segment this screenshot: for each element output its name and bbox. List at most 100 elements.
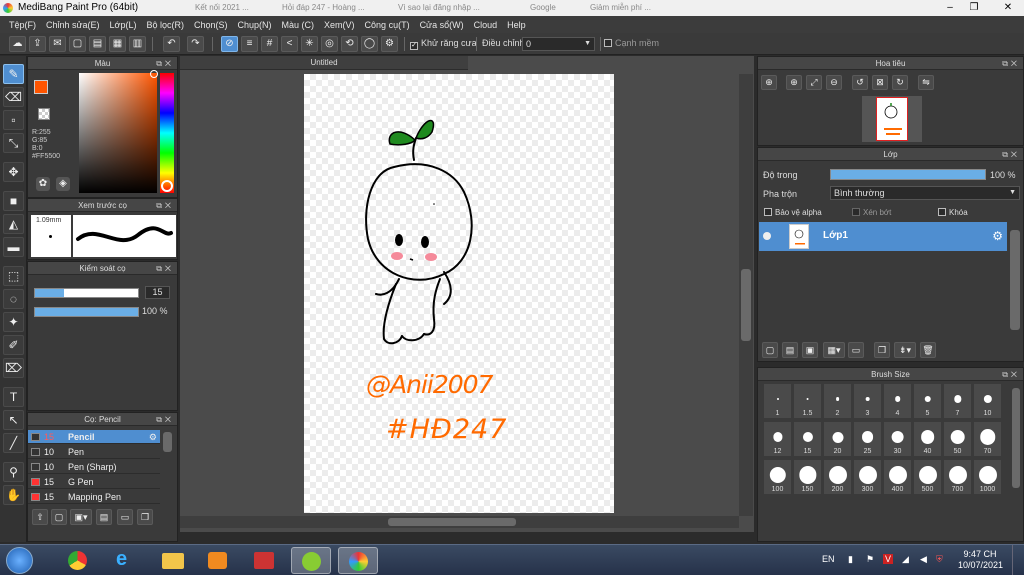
settings-list-icon[interactable]: ▥ — [129, 36, 146, 52]
save-icon[interactable]: ▤ — [89, 36, 106, 52]
brush-size-option[interactable]: 5 — [913, 383, 942, 419]
layer-scrollbar[interactable] — [1008, 222, 1022, 340]
start-button[interactable] — [6, 547, 33, 574]
share-icon[interactable]: ⇪ — [29, 36, 46, 52]
rotate-reset-icon[interactable]: ⊠ — [872, 75, 888, 90]
brush-size-option[interactable]: 500 — [913, 459, 942, 495]
brush-size-option[interactable]: 1 — [763, 383, 792, 419]
zoom-in-alt-icon[interactable]: ⊕ — [786, 75, 802, 90]
new-file-icon[interactable]: ▢ — [69, 36, 86, 52]
brush-item-pencil[interactable]: 15 Pencil ⚙ — [28, 430, 160, 444]
document-tab[interactable]: Untitled — [180, 56, 468, 70]
taskbar-media[interactable] — [198, 547, 238, 574]
brush-folder-icon[interactable]: ▭ — [117, 509, 133, 525]
layer-folder-icon[interactable]: ▭ — [848, 342, 864, 358]
taskbar-paint-app[interactable] — [291, 547, 331, 574]
language-indicator[interactable]: EN — [822, 554, 835, 564]
brush-item-pen[interactable]: 10 Pen — [28, 445, 160, 459]
brush-size-option[interactable]: 300 — [853, 459, 882, 495]
gradient-tool-icon[interactable]: ▬ — [3, 237, 24, 257]
hue-slider[interactable] — [160, 73, 174, 193]
snap-off-icon[interactable]: ⊘ — [221, 36, 238, 52]
bucket-tool-icon[interactable]: ◭ — [3, 214, 24, 234]
panel-float-close-icon[interactable]: ⧉✕ — [156, 413, 174, 426]
select-rect-tool-icon[interactable]: ⬚ — [3, 266, 24, 286]
layer-scroll-thumb[interactable] — [1010, 230, 1020, 330]
brush-size-option[interactable]: 25 — [853, 421, 882, 457]
canvas-horizontal-scrollbar[interactable] — [180, 516, 739, 528]
taskbar-app[interactable] — [244, 547, 284, 574]
menu-file[interactable]: Tệp(F) — [4, 20, 41, 30]
brush-size-option[interactable]: 700 — [943, 459, 972, 495]
zoom-out-icon[interactable]: ⊖ — [826, 75, 842, 90]
new-8bit-layer-icon[interactable]: ▣ — [802, 342, 818, 358]
comment-icon[interactable]: ✉ — [49, 36, 66, 52]
clipping-checkbox[interactable] — [852, 208, 860, 216]
duplicate-layer-icon[interactable]: ❐ — [874, 342, 890, 358]
brush-list-scroll-thumb[interactable] — [163, 432, 172, 452]
vanishing-point-icon[interactable]: < — [281, 36, 298, 52]
eyedropper-tool-icon[interactable]: ⚲ — [3, 462, 24, 482]
flip-horizontal-icon[interactable]: ⇋ — [918, 75, 934, 90]
brush-size-option[interactable]: 200 — [823, 459, 852, 495]
lasso-tool-icon[interactable]: ◌ — [3, 289, 24, 309]
brush-size-option[interactable]: 100 — [763, 459, 792, 495]
menu-select[interactable]: Chọn(S) — [189, 20, 233, 30]
rotate-left-icon[interactable]: ↺ — [852, 75, 868, 90]
brush-size-option[interactable]: 20 — [823, 421, 852, 457]
brush-size-option[interactable]: 15 — [793, 421, 822, 457]
panel-float-close-icon[interactable]: ⧉✕ — [1002, 148, 1020, 161]
eraser-tool-icon[interactable]: ⌫ — [3, 87, 24, 107]
brush-size-option[interactable]: 7 — [943, 383, 972, 419]
panel-float-close-icon[interactable]: ⧉✕ — [156, 57, 174, 70]
brush-size-option[interactable]: 4 — [883, 383, 912, 419]
close-window-button[interactable]: ✕ — [994, 1, 1022, 15]
brush-size-option[interactable]: 40 — [913, 421, 942, 457]
panel-float-close-icon[interactable]: ⧉✕ — [156, 199, 174, 212]
add-layer-menu-icon[interactable]: ▦▾ — [823, 342, 845, 358]
transparent-color-swatch[interactable] — [38, 108, 50, 120]
brush-size-slider[interactable] — [34, 288, 139, 298]
color-settings-icon[interactable]: ◈ — [56, 177, 70, 191]
taskbar-explorer[interactable] — [153, 547, 193, 574]
undo-icon[interactable]: ↶ — [163, 36, 180, 52]
menu-filter[interactable]: Bộ lọc(R) — [141, 20, 189, 30]
color-picker-cursor[interactable] — [150, 70, 158, 78]
battery-icon[interactable]: ▮ — [848, 554, 853, 565]
rotate-right-icon[interactable]: ↻ — [892, 75, 908, 90]
fill-rect-tool-icon[interactable]: ■ — [3, 191, 24, 211]
flag-icon[interactable]: ⚑ — [866, 554, 874, 565]
drawing-canvas[interactable]: @Anii2007 #HĐ247 — [304, 74, 614, 513]
brush-item-pen-sharp[interactable]: 10 Pen (Sharp) — [28, 460, 160, 474]
move-tool-icon[interactable]: ✥ — [3, 162, 24, 182]
hue-slider-handle[interactable] — [161, 180, 173, 192]
layer-opacity-slider[interactable] — [830, 169, 986, 180]
clipping-toggle[interactable]: Xén bớt — [852, 208, 891, 217]
text-tool-icon[interactable]: T — [3, 387, 24, 407]
menu-tools[interactable]: Công cụ(T) — [360, 20, 415, 30]
menu-edit[interactable]: Chỉnh sửa(E) — [41, 20, 105, 30]
cross-snap-icon[interactable]: # — [261, 36, 278, 52]
magic-wand-tool-icon[interactable]: ✦ — [3, 312, 24, 332]
restore-button[interactable]: ❐ — [962, 1, 986, 15]
saturation-value-picker[interactable] — [79, 73, 157, 193]
divide-tool-icon[interactable]: ╱ — [3, 433, 24, 453]
shield-icon[interactable]: ⛨ — [936, 554, 943, 565]
zoom-in-icon[interactable]: ⊕ — [761, 75, 777, 90]
menu-cloud[interactable]: Cloud — [469, 20, 503, 30]
brush-size-option[interactable]: 150 — [793, 459, 822, 495]
new-layer-icon[interactable]: ▢ — [762, 342, 778, 358]
brush-size-option[interactable]: 2 — [823, 383, 852, 419]
clock[interactable]: 9:47 CH 10/07/2021 — [958, 549, 1003, 571]
merge-layer-icon[interactable]: ⇟▾ — [894, 342, 916, 358]
smooth-edge-checkbox[interactable] — [604, 39, 612, 47]
brush-size-option[interactable]: 70 — [973, 421, 1002, 457]
antialias-toggle[interactable]: ✓ Khử răng cưa — [410, 37, 477, 50]
dot-tool-icon[interactable]: ▫ — [3, 110, 24, 130]
menu-snap[interactable]: Chụp(N) — [233, 20, 277, 30]
taskbar-ie[interactable]: e — [106, 547, 146, 574]
protect-alpha-checkbox[interactable] — [764, 208, 772, 216]
snap-settings-icon[interactable]: ⚙ — [381, 36, 398, 52]
brush-item-mapping-pen[interactable]: 15 Mapping Pen — [28, 490, 160, 504]
brush-duplicate-icon[interactable]: ❐ — [137, 509, 153, 525]
